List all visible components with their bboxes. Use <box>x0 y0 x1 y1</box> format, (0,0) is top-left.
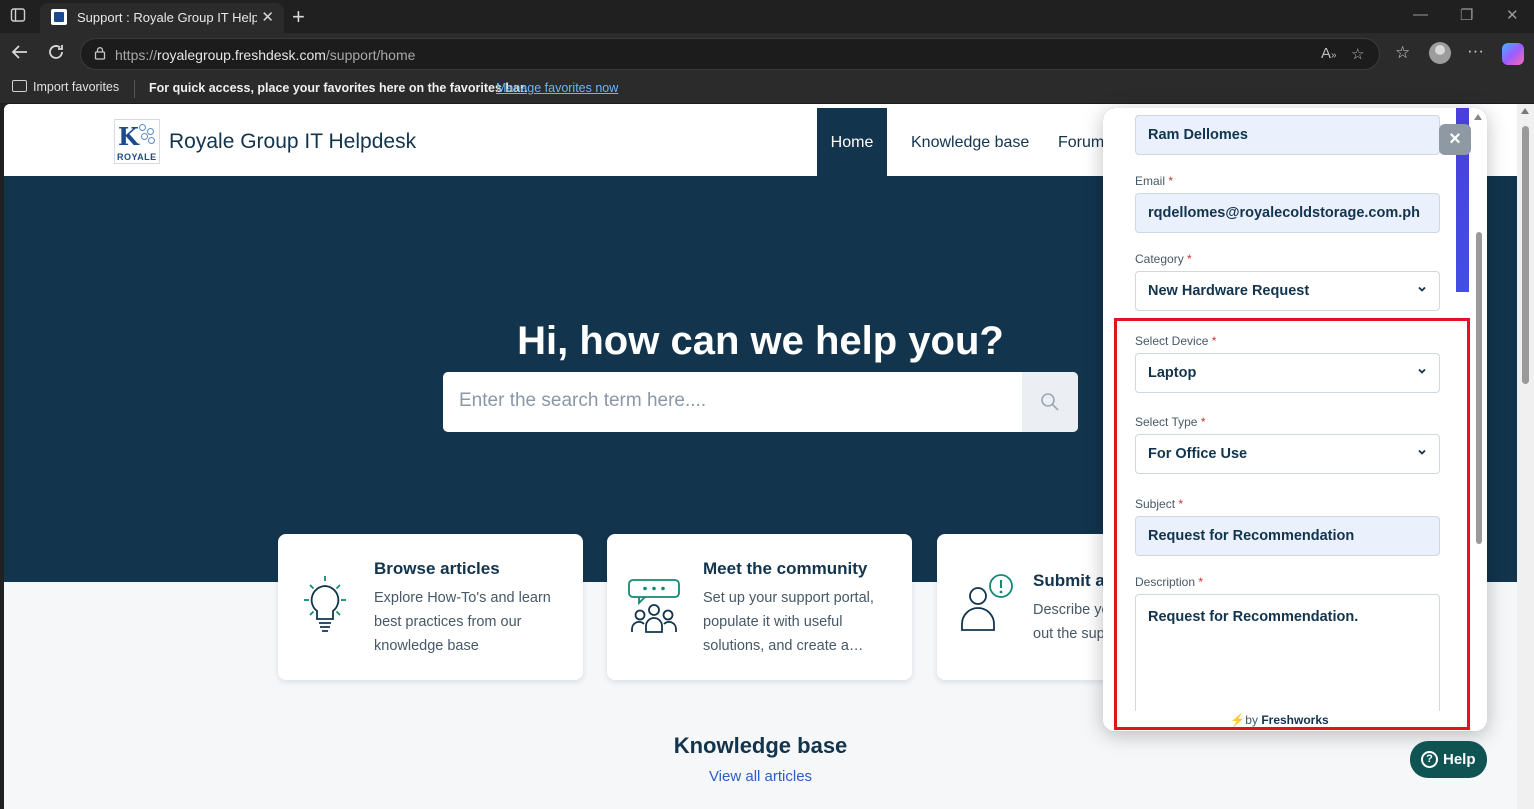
search-bar[interactable]: Enter the search term here.... <box>443 372 1078 432</box>
favorite-star-icon[interactable]: ☆ <box>1351 45 1364 63</box>
read-aloud-icon[interactable]: A» <box>1321 45 1337 62</box>
card-meet-community[interactable]: Meet the community Set up your support p… <box>607 534 912 680</box>
favorites-divider <box>134 80 135 98</box>
royale-logo[interactable]: K ROYALE <box>114 119 160 164</box>
new-tab-icon[interactable]: + <box>292 4 305 30</box>
widget-scroll-up-icon[interactable] <box>1474 114 1482 120</box>
email-field[interactable]: rqdellomes@royalecoldstorage.com.ph <box>1135 193 1440 233</box>
lightbulb-icon <box>296 574 354 638</box>
copilot-icon[interactable] <box>1502 43 1524 65</box>
url-field[interactable]: https://royalegroup.freshdesk.com/suppor… <box>80 38 1380 70</box>
favorites-icon[interactable]: ☆ <box>1395 43 1410 63</box>
knowledge-base-title: Knowledge base <box>673 733 848 758</box>
category-select[interactable]: New Hardware Request <box>1135 271 1440 311</box>
widget-scroll-thumb[interactable] <box>1476 232 1482 544</box>
tab-close-icon[interactable]: ✕ <box>261 8 274 26</box>
card-title: Browse articles <box>374 559 500 578</box>
lock-icon[interactable] <box>93 46 107 60</box>
more-options-icon[interactable]: ··· <box>1467 41 1484 61</box>
view-all-articles-link[interactable]: View all articles <box>4 768 1517 785</box>
logo-mark: K <box>118 122 139 151</box>
highlight-annotation <box>1114 318 1470 730</box>
name-field[interactable]: Ram Dellomes <box>1135 115 1440 155</box>
search-input[interactable]: Enter the search term here.... <box>459 390 706 412</box>
import-favorites-button[interactable]: Import favorites <box>12 80 119 94</box>
browser-tab-bar: Support : Royale Group IT Helpdesk ✕ + —… <box>0 0 1534 33</box>
submit-ticket-icon <box>955 574 1013 638</box>
community-icon <box>625 574 683 638</box>
category-label: Category * <box>1135 252 1192 266</box>
widget-close-button[interactable]: × <box>1439 124 1471 155</box>
favorites-bar: Import favorites For quick access, place… <box>0 74 1534 104</box>
logo-dots <box>139 124 157 144</box>
profile-avatar[interactable] <box>1429 42 1451 64</box>
card-description: Explore How-To's and learn best practice… <box>374 590 551 654</box>
widget-scrollbar[interactable] <box>1469 108 1487 731</box>
help-label: Help <box>1443 751 1476 768</box>
import-icon <box>12 80 27 92</box>
scroll-up-icon[interactable] <box>1521 108 1529 114</box>
browser-tab[interactable]: Support : Royale Group IT Helpdesk ✕ <box>40 3 284 33</box>
url-text: https://royalegroup.freshdesk.com/suppor… <box>115 47 416 63</box>
logo-word: ROYALE <box>117 152 157 162</box>
search-button[interactable] <box>1022 372 1078 432</box>
chevron-down-icon <box>1418 286 1426 292</box>
page-scroll-thumb[interactable] <box>1522 126 1529 384</box>
restore-icon[interactable]: ❐ <box>1460 6 1473 24</box>
nav-home[interactable]: Home <box>817 108 887 176</box>
help-button[interactable]: ? Help <box>1410 741 1487 778</box>
page-scrollbar[interactable] <box>1517 104 1534 809</box>
tab-title: Support : Royale Group IT Helpdesk <box>77 10 257 25</box>
nav-knowledge-base[interactable]: Knowledge base <box>911 108 1029 176</box>
minimize-icon[interactable]: — <box>1413 6 1428 23</box>
card-title: Meet the community <box>703 559 868 578</box>
window-close-icon[interactable]: ✕ <box>1506 6 1519 24</box>
category-value: New Hardware Request <box>1148 283 1310 299</box>
help-icon: ? <box>1421 751 1438 768</box>
site-title[interactable]: Royale Group IT Helpdesk <box>169 130 416 154</box>
favorites-message: For quick access, place your favorites h… <box>149 81 528 95</box>
manage-favorites-link[interactable]: Manage favorites now <box>496 81 618 95</box>
back-icon[interactable] <box>10 42 30 67</box>
site-favicon-icon <box>51 9 67 25</box>
search-icon <box>1041 393 1059 411</box>
address-bar-row: https://royalegroup.freshdesk.com/suppor… <box>0 33 1534 74</box>
card-browse-articles[interactable]: Browse articles Explore How-To's and lea… <box>278 534 583 680</box>
refresh-icon[interactable] <box>46 42 66 67</box>
tab-actions-icon[interactable] <box>10 7 30 25</box>
card-description: Set up your support portal, populate it … <box>703 590 874 654</box>
email-label: Email * <box>1135 174 1174 188</box>
